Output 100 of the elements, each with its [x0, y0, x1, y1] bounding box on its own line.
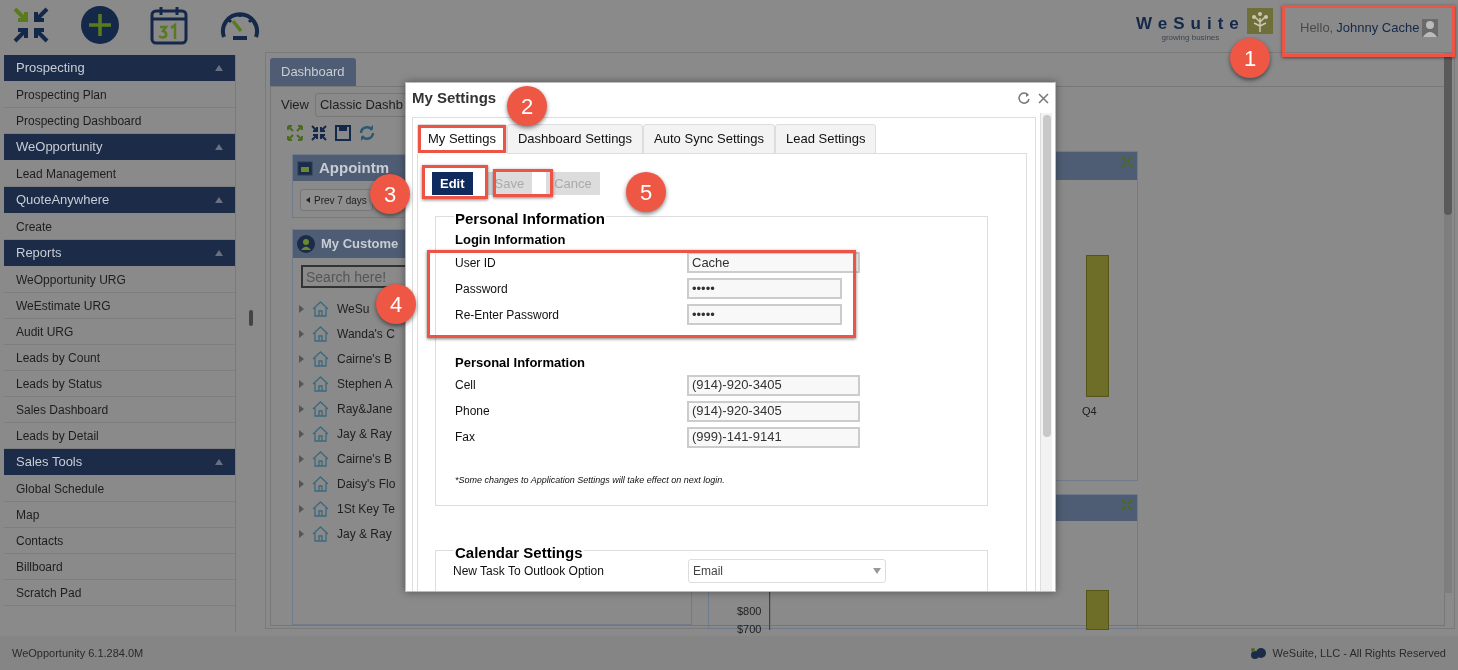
user-name-link[interactable]: Johnny Cache [1336, 18, 1420, 38]
house-icon [312, 351, 329, 367]
sidebar-section-header[interactable]: Sales Tools [4, 449, 235, 475]
refresh-icon[interactable] [1018, 92, 1030, 104]
calendar-icon[interactable] [150, 5, 188, 45]
password-field[interactable]: ••••• [687, 304, 842, 325]
sidebar-section-header[interactable]: QuoteAnywhere [4, 187, 235, 213]
house-icon [312, 526, 329, 542]
tree-logo-icon [1246, 8, 1273, 34]
splitter-handle-icon[interactable] [248, 310, 253, 326]
customer-tree-item[interactable]: Jay & Ray [337, 425, 392, 443]
note-text: *Some changes to Application Settings will take effect on next login. [455, 474, 726, 487]
sidebar-section-header[interactable]: Prospecting [4, 55, 235, 81]
person-icon [297, 235, 315, 253]
collapse-arrow-icon[interactable] [215, 459, 223, 465]
axis-tick-label: $700 [737, 622, 762, 637]
house-icon [312, 426, 329, 442]
axis-label: Q4 [1082, 404, 1097, 419]
scrollbar[interactable] [1040, 113, 1052, 591]
left-triangle-icon [306, 197, 310, 203]
calendar-icon [297, 160, 313, 176]
expand-triangle-icon[interactable] [299, 405, 304, 413]
field-label: Phone [455, 403, 491, 420]
text-field[interactable]: (999)-141-9141 [687, 426, 860, 448]
sidebar-item[interactable]: Global Schedule [4, 476, 235, 502]
expand-triangle-icon[interactable] [299, 430, 304, 438]
expand-triangle-icon[interactable] [299, 455, 304, 463]
customer-tree-item[interactable]: Ray&Jane [337, 400, 393, 418]
field-label: Password [455, 280, 509, 298]
sidebar-item[interactable]: WeEstimate URG [4, 293, 235, 319]
expand-triangle-icon[interactable] [299, 380, 304, 388]
action-button[interactable]: Edit [432, 172, 473, 195]
sidebar-item[interactable]: Prospecting Plan [4, 82, 235, 108]
customer-tree-item[interactable]: Wanda's C [337, 325, 395, 343]
collapse-arrow-icon[interactable] [215, 65, 223, 71]
collapse-icon[interactable] [12, 6, 50, 44]
brand-tagline: growing busines [1161, 34, 1220, 42]
house-icon [312, 501, 329, 517]
sidebar-item[interactable]: Map [4, 502, 235, 528]
expand-triangle-icon[interactable] [299, 330, 304, 338]
customer-tree-item[interactable]: Cairne's B [337, 350, 392, 368]
customer-tree-item[interactable]: Daisy's Flo [337, 475, 396, 493]
version-text: WeOpportunity 6.1.284.0M [12, 645, 144, 661]
close-icon[interactable] [1038, 92, 1049, 104]
brand-name: WeSuite [1136, 15, 1245, 32]
cloud-logo-icon [1248, 646, 1269, 660]
house-icon [312, 401, 329, 417]
expand-triangle-icon[interactable] [299, 530, 304, 538]
customer-tree-item[interactable]: WeSu [337, 300, 370, 318]
collapse-arrow-icon[interactable] [215, 144, 223, 150]
collapse-icon[interactable] [311, 125, 327, 141]
dashboard-tab[interactable]: Dashboard [270, 58, 356, 86]
dropdown-arrow-icon [873, 568, 881, 574]
expand-triangle-icon[interactable] [299, 480, 304, 488]
widget-title: My Custome [321, 235, 399, 254]
refresh-icon[interactable] [359, 125, 375, 141]
field-label: Fax [455, 429, 476, 446]
password-field[interactable]: ••••• [687, 278, 842, 299]
expand-triangle-icon[interactable] [299, 305, 304, 313]
chart-bar [1086, 590, 1109, 630]
user-avatar-icon[interactable] [1422, 18, 1439, 37]
outlook-option-select[interactable]: Email [688, 559, 886, 583]
sidebar-item[interactable]: Contacts [4, 528, 235, 554]
house-icon [312, 451, 329, 467]
highlight-frame [422, 165, 488, 199]
customer-tree-item[interactable]: Stephen A [337, 375, 393, 393]
text-field[interactable]: (914)-920-3405 [687, 374, 860, 396]
collapse-arrow-icon[interactable] [215, 197, 223, 203]
sidebar-item[interactable]: Scratch Pad [4, 580, 235, 606]
add-icon[interactable] [80, 5, 120, 45]
customer-tree-item[interactable]: 1St Key Te [337, 500, 395, 518]
sidebar-item[interactable]: Billboard [4, 554, 235, 580]
text-field[interactable]: (914)-920-3405 [687, 400, 860, 422]
view-label: View [281, 96, 309, 115]
customer-tree-item[interactable]: Jay & Ray [337, 525, 392, 543]
prev-week-button[interactable]: Prev 7 days [300, 189, 373, 211]
expand-triangle-icon[interactable] [299, 505, 304, 513]
settings-tab[interactable]: Dashboard Settings [506, 124, 644, 154]
house-icon [312, 326, 329, 342]
field-label: Cell [455, 377, 477, 394]
customer-tree-item[interactable]: Cairne's B [337, 450, 392, 468]
sidebar-item[interactable]: Leads by Status [4, 371, 235, 397]
callout-badge: 1 [1230, 38, 1270, 78]
expand-triangle-icon[interactable] [299, 355, 304, 363]
sidebar-item[interactable]: WeOpportunity URG [4, 267, 235, 293]
settings-tab[interactable]: Lead Settings [774, 124, 877, 154]
save-icon[interactable] [335, 125, 351, 141]
sidebar-section-header[interactable]: WeOpportunity [4, 134, 235, 160]
sidebar-item[interactable]: Sales Dashboard [4, 397, 235, 423]
collapse-arrow-icon[interactable] [215, 250, 223, 256]
sidebar-section-header[interactable]: Reports [4, 240, 235, 266]
settings-tab[interactable]: Auto Sync Settings [643, 124, 775, 154]
greeting-text: Hello, [1300, 19, 1334, 37]
axis-tick-label: $800 [737, 604, 762, 619]
settings-tab[interactable]: My Settings [417, 124, 507, 154]
highlight-frame [493, 169, 553, 197]
sidebar-item[interactable]: Leads by Count [4, 345, 235, 371]
group-heading: Personal Information [455, 353, 587, 372]
expand-icon[interactable] [287, 125, 303, 141]
sidebar-item[interactable]: Audit URG [4, 319, 235, 345]
